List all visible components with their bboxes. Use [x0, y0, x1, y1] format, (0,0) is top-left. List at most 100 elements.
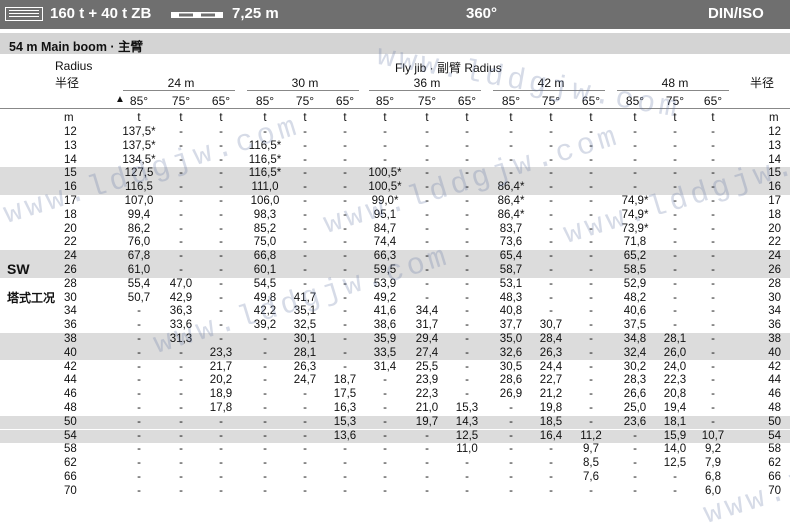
load-value: - — [711, 236, 715, 249]
load-value: 40,8 — [499, 305, 523, 318]
load-value: - — [673, 250, 677, 263]
load-value: - — [263, 443, 267, 456]
load-value: 98,3 — [253, 208, 277, 221]
load-value: - — [219, 167, 223, 180]
load-value: - — [673, 319, 677, 332]
table-row: 38 38 - 31,3 - - 30,1 - 35,9 29,4 - 35,0 28,4 - 34,8 28… — [0, 333, 790, 347]
load-value: - — [303, 126, 307, 138]
load-value: - — [589, 277, 593, 290]
unit-t: t — [633, 112, 637, 124]
load-value: - — [589, 167, 593, 180]
load-value: - — [589, 181, 593, 194]
load-value: - — [509, 471, 513, 483]
load-value: 7,6 — [583, 471, 599, 483]
load-value: - — [179, 250, 183, 263]
load-value: - — [179, 208, 183, 221]
radius-value-right: 42 — [768, 360, 781, 373]
load-value: - — [549, 195, 553, 207]
load-value: - — [219, 484, 223, 497]
sw-label: SW — [7, 261, 30, 277]
table-row: 62 62 - - - - - - - - - - - 8,5 - 12,5 7,9 — [0, 457, 790, 471]
load-value: - — [137, 429, 141, 442]
load-value: - — [383, 443, 387, 456]
load-value: - — [179, 346, 183, 359]
radius-value: 62 — [64, 457, 77, 470]
load-value: - — [179, 153, 183, 166]
load-value: - — [303, 250, 307, 263]
load-value: - — [383, 153, 387, 166]
load-value: 23,3 — [209, 346, 233, 359]
load-value: - — [549, 126, 553, 138]
load-value: 40,6 — [623, 305, 647, 318]
load-value: - — [509, 153, 513, 166]
load-value: 53,9 — [373, 277, 397, 290]
main-boom-label: 54 m Main boom · 主臂 — [9, 40, 144, 54]
load-value: - — [549, 484, 553, 497]
load-value: - — [179, 484, 183, 497]
load-value: - — [303, 484, 307, 497]
load-value: - — [137, 484, 141, 497]
load-value: 26,0 — [663, 346, 687, 359]
load-value: - — [711, 153, 715, 166]
load-value: - — [219, 305, 223, 318]
load-value: - — [673, 208, 677, 221]
load-value: - — [589, 484, 593, 497]
load-value: 20,8 — [663, 388, 687, 401]
boom-angle-header: 65° — [457, 94, 477, 108]
load-value: 27,4 — [415, 346, 439, 359]
jib-group-rule — [493, 90, 605, 91]
table-row: 16 16 116,5 - - 111,0 - - 100,5* - - 86,4* - - - - - — [0, 181, 790, 195]
unit-t: t — [673, 112, 677, 124]
load-value: 85,2 — [253, 222, 277, 235]
unit-m: m — [64, 112, 74, 124]
load-value: - — [179, 471, 183, 483]
load-value: 33,5 — [373, 346, 397, 359]
load-value: 23,6 — [623, 415, 647, 428]
load-value: - — [465, 195, 469, 207]
load-value: - — [465, 484, 469, 497]
radius-value: 40 — [64, 346, 77, 359]
radius-value-right: 66 — [768, 471, 781, 483]
radius-value-right: 50 — [768, 415, 781, 428]
unit-t: t — [219, 112, 223, 124]
load-value: - — [343, 277, 347, 290]
load-value: 35,9 — [373, 333, 397, 345]
load-value: 28,4 — [539, 333, 563, 345]
load-value: 17,5 — [333, 388, 357, 401]
boom-angle-header: 65° — [581, 94, 601, 108]
radius-value-right: 14 — [768, 153, 781, 166]
radius-value-right: 54 — [768, 429, 781, 442]
load-value: - — [219, 208, 223, 221]
load-value: 26,6 — [623, 388, 647, 401]
radius-value: 13 — [64, 139, 77, 152]
load-value: - — [219, 264, 223, 276]
load-value: - — [549, 167, 553, 180]
load-value: - — [589, 222, 593, 235]
load-value: 11,0 — [456, 443, 478, 456]
load-value: 37,5 — [623, 319, 647, 332]
load-value: - — [549, 277, 553, 290]
load-value: - — [219, 443, 223, 456]
unit-t: t — [263, 112, 267, 124]
load-value: 66,3 — [373, 250, 397, 263]
boom-angle-header: 75° — [171, 94, 191, 108]
load-value: - — [425, 153, 429, 166]
unit-t: t — [509, 112, 513, 124]
load-value: - — [219, 195, 223, 207]
load-value: - — [179, 429, 183, 442]
load-value: - — [509, 429, 513, 442]
load-value: 13,6 — [333, 429, 357, 442]
load-value: - — [343, 153, 347, 166]
load-value: - — [549, 139, 553, 152]
load-value: - — [673, 126, 677, 138]
load-value: - — [633, 139, 637, 152]
load-value: - — [633, 429, 637, 442]
load-value: 18,5 — [539, 415, 563, 428]
load-value: 58,5 — [623, 264, 647, 276]
load-value: - — [425, 208, 429, 221]
load-value: - — [549, 250, 553, 263]
load-value: 100,5* — [368, 167, 402, 180]
load-value: 67,8 — [127, 250, 151, 263]
radius-value: 38 — [64, 333, 77, 345]
radius-value-right: 16 — [768, 181, 781, 194]
